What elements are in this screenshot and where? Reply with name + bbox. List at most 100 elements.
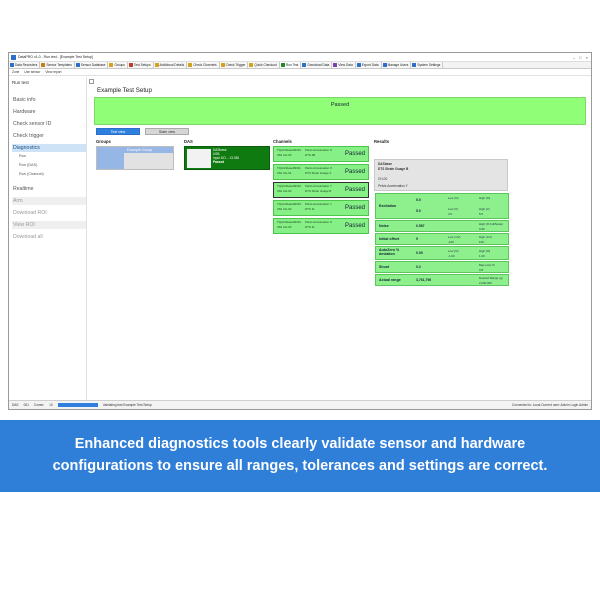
title-bar: DataPRO v1.0 - Run test - [Example Test … xyxy=(9,53,591,62)
main-panel: Example Test Setup Passed Test view Stat… xyxy=(89,77,591,400)
channel-sensor: DTS Strain Guage X xyxy=(305,171,332,175)
channel-card[interactable]: TQAC4base09310 3S2 CH-00 Pelvis Accelera… xyxy=(273,146,369,162)
sidebar-item-download-all[interactable]: Download all xyxy=(12,231,83,243)
channel-sensor: DTS Strain Guage B xyxy=(305,189,332,193)
tab-manage-users[interactable]: Manage Users xyxy=(381,62,412,68)
sidebar-item-basic-info[interactable]: Basic info xyxy=(12,94,83,106)
result-row-autozero: AutoZero % deviation 0.05 Low (%) High (… xyxy=(375,246,509,260)
minimize-button[interactable]: – xyxy=(573,55,575,60)
sidebar-subitem-run[interactable]: Run xyxy=(12,152,83,161)
tab-view-data[interactable]: View Data xyxy=(332,62,356,68)
status-bar: DAS 001 Comm: 10 Validating test Example… xyxy=(9,400,591,409)
manage-users-icon xyxy=(382,63,387,67)
app-logo-icon xyxy=(11,54,16,60)
tab-test-setups[interactable]: Test Setups xyxy=(127,62,154,68)
sidebar-item-check-trigger[interactable]: Check trigger xyxy=(12,130,83,142)
tab-export-data[interactable]: Export Data xyxy=(355,62,382,68)
collapse-toggle[interactable] xyxy=(89,79,94,84)
tab-check-channels[interactable]: Check Channels xyxy=(187,62,220,68)
test-setups-icon xyxy=(128,63,133,67)
additional-details-icon xyxy=(154,63,159,67)
result-sub: 0.90 xyxy=(479,227,485,231)
zone-button[interactable]: Zone xyxy=(12,70,19,74)
test-setup-title: Example Test Setup xyxy=(97,87,152,94)
sidebar-item-realtime[interactable]: Realtime xyxy=(12,183,83,195)
status-comm-label: Comm: xyxy=(33,403,45,407)
channel-status: Passed xyxy=(344,169,365,175)
test-view-button[interactable]: Test view xyxy=(96,128,140,135)
groups-icon xyxy=(109,63,114,67)
sidebar-item-hardware[interactable]: Hardware xyxy=(12,106,83,118)
use-sensor-button[interactable]: Use sensor xyxy=(24,70,40,74)
tab-quick-checkout[interactable]: Quick Checkout xyxy=(248,62,280,68)
results-das-name: DASbase xyxy=(378,162,392,166)
channel-sub: 3S2 CH-00 xyxy=(277,207,292,211)
channel-card[interactable]: TQAC4base09311 3S2 CH-01 Pelvis Accelera… xyxy=(273,164,369,180)
channel-sub: 3S2 CH-00 xyxy=(277,189,292,193)
sidebar-subitem-run-channel[interactable]: Run (Channel) xyxy=(12,170,83,179)
result-sub: Low (%) xyxy=(448,196,459,200)
app-window: DataPRO v1.0 - Run test - [Example Test … xyxy=(8,52,592,410)
channel-status: Passed xyxy=(344,187,365,193)
results-header-card: DASbase DTS Strain Guage B CH-00 Pelvis … xyxy=(374,159,508,191)
result-sub: High (mV) xyxy=(479,235,493,239)
results-column-header: Results xyxy=(374,139,390,144)
tab-sensor-templates[interactable]: Sensor Templates xyxy=(40,62,75,68)
sidebar-item-download-roi[interactable]: Download ROI xyxy=(12,207,83,219)
channel-status: Passed xyxy=(344,223,365,229)
tab-run-test[interactable]: Run Test xyxy=(279,62,302,68)
sensor-templates-icon xyxy=(41,63,46,67)
group-color-swatch xyxy=(97,147,124,169)
result-row-actual-range: Actual range 3,761,796 Desired Range (g)… xyxy=(375,274,509,286)
sidebar-item-diagnostics[interactable]: Diagnostics xyxy=(12,144,86,152)
result-row-excitation: Excitation 5.0 5.0 Low (%) High (%) Low … xyxy=(375,193,509,219)
channel-card-selected[interactable]: TQAC4base09310 3S2 CH-00 Pelvis Accelera… xyxy=(273,182,369,198)
groups-column-header: Groups xyxy=(96,139,111,144)
tab-system-settings[interactable]: System Settings xyxy=(411,62,444,68)
tab-sensor-database[interactable]: Sensor Database xyxy=(74,62,109,68)
toolbar: Zone Use sensor View report xyxy=(9,69,591,76)
sidebar-item-view-roi[interactable]: View ROI xyxy=(12,221,86,229)
channels-column-header: Channels xyxy=(273,139,292,144)
group-card[interactable]: Example Group xyxy=(96,146,174,170)
result-sub: -100 xyxy=(448,240,454,244)
sidebar-item-check-sensor-id[interactable]: Check sensor ID xyxy=(12,118,83,130)
result-label: Excitation xyxy=(379,204,397,208)
run-test-icon xyxy=(280,63,285,67)
channel-sub: 3S2 CH-01 xyxy=(277,171,292,175)
tab-additional-details[interactable]: Additional Details xyxy=(153,62,188,68)
result-sub: 4.5 xyxy=(448,212,453,216)
result-label: AutoZero % deviation xyxy=(379,248,400,257)
sidebar-subitem-run-das[interactable]: Run (DAS) xyxy=(12,161,83,170)
result-sub: -1.00 xyxy=(448,254,455,258)
sidebar-item-arm[interactable]: Arm xyxy=(12,197,86,205)
result-value: 3,761,796 xyxy=(416,278,432,282)
result-sub: Low (mV) xyxy=(448,235,461,239)
tab-download-data[interactable]: Download Data xyxy=(301,62,333,68)
state-view-button[interactable]: State view xyxy=(145,128,189,135)
result-label: Noise xyxy=(379,224,389,228)
maximize-button[interactable]: □ xyxy=(579,55,581,60)
results-channel: CH-00 xyxy=(378,177,388,181)
tab-data-recorders[interactable]: Data Recorders xyxy=(9,62,41,68)
status-comm-value: 10 xyxy=(49,403,53,407)
channel-sub: 3S2 CH-00 xyxy=(277,225,292,229)
caption-banner: Enhanced diagnostics tools clearly valid… xyxy=(0,420,600,492)
result-label: Actual range xyxy=(379,278,401,282)
result-sub: High (V) xyxy=(479,207,490,211)
result-sub: 1.00 xyxy=(479,254,485,258)
result-row-noise: Noise 0.567 High (% FullScale) 0.90 xyxy=(375,220,509,232)
tab-groups[interactable]: Groups xyxy=(108,62,128,68)
close-button[interactable]: × xyxy=(586,55,588,60)
tab-check-trigger[interactable]: Check Trigger xyxy=(219,62,249,68)
main-tab-strip: Data Recorders Sensor Templates Sensor D… xyxy=(9,62,591,69)
channel-card[interactable]: TQAC4base09310 3S2 CH-00 Pelvis Accelera… xyxy=(273,218,369,234)
view-report-button[interactable]: View report xyxy=(45,70,61,74)
das-device-icon xyxy=(187,149,211,168)
das-card[interactable]: DASbase USB Input DO... 13.336 Passed xyxy=(184,146,270,170)
result-row-shunt: Shunt 0.2 Max error % 0.8 xyxy=(375,261,509,273)
result-value: 0.05 xyxy=(416,251,423,255)
sensor-database-icon xyxy=(75,63,80,67)
data-recorders-icon xyxy=(10,63,14,67)
channel-card[interactable]: TQAC4base09310 3S2 CH-00 Pelvis Accelera… xyxy=(273,200,369,216)
